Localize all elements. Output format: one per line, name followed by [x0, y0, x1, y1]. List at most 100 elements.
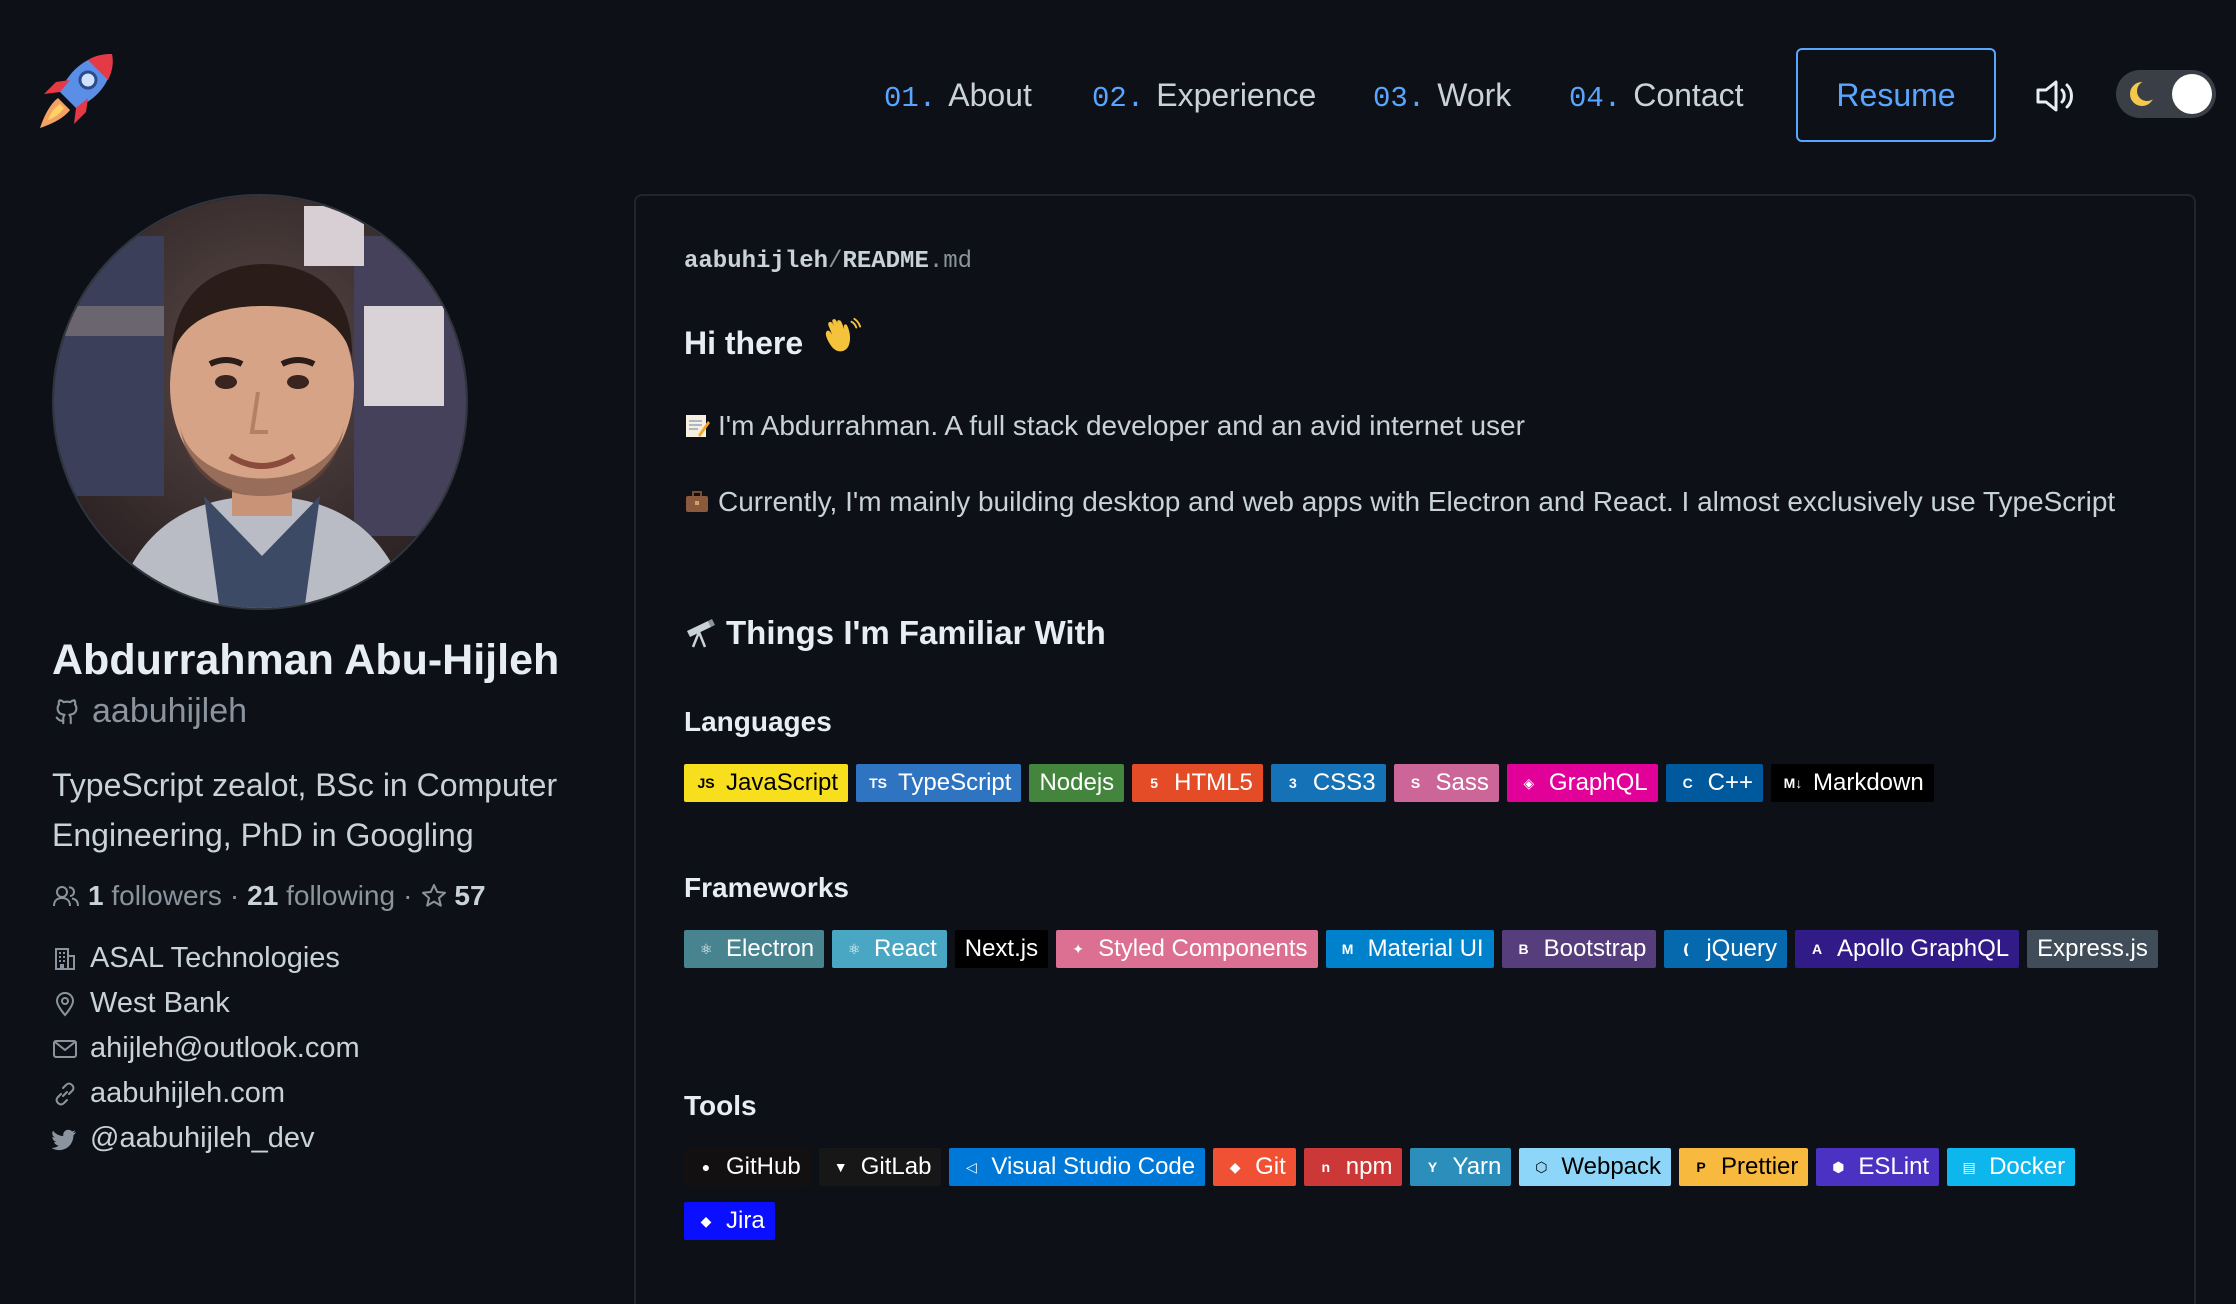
profile-name: Abdurrahman Abu-Hijleh — [52, 636, 560, 684]
css3-icon: 3 — [1288, 775, 1297, 791]
intro-text: I'm Abdurrahman. A full stack developer … — [718, 410, 1525, 441]
vcard-twitter[interactable]: @aabuhijleh_dev — [52, 1116, 360, 1161]
badge-sass[interactable]: S Sass — [1393, 764, 1499, 802]
github-icon — [55, 698, 78, 724]
badge-label: Visual Studio Code — [991, 1153, 1196, 1180]
nav-link-contact[interactable]: 04. Contact — [1569, 48, 1744, 142]
readme-path[interactable]: aabuhijleh/README.md — [684, 248, 972, 275]
profile-login-text: aabuhijleh — [92, 692, 248, 730]
followers-link[interactable]: 1 followers — [88, 880, 222, 912]
following-link[interactable]: 21 following — [247, 880, 395, 912]
badge-label: Material UI — [1367, 935, 1484, 962]
badge-next-js[interactable]: Next.js — [954, 930, 1049, 968]
badge-eslint[interactable]: ⬢ ESLint — [1816, 1148, 1940, 1186]
vcard-company: ASAL Technologies — [52, 936, 360, 981]
badge-prettier[interactable]: P Prettier — [1679, 1148, 1809, 1186]
badge-label: GraphQL — [1548, 769, 1648, 796]
badge-javascript[interactable]: JS JavaScript — [684, 764, 849, 802]
nav-label: Work — [1437, 77, 1512, 113]
readme-path-ext: .md — [928, 248, 973, 275]
followers-label: followers — [111, 880, 222, 911]
yarn-icon: Y — [1427, 1159, 1438, 1175]
badge-apollo-graphql[interactable]: A Apollo GraphQL — [1795, 930, 2020, 968]
badge-git[interactable]: ◆ Git — [1213, 1148, 1296, 1186]
familiar-heading-text: Things I'm Familiar With — [726, 614, 1106, 651]
gitlab-icon: ▼ — [833, 1159, 848, 1175]
readme-panel: aabuhijleh/README.md Hi there I'm Abdurr… — [634, 194, 2196, 1304]
js-icon: JS — [697, 775, 715, 791]
badge-react[interactable]: ⚛ React — [832, 930, 947, 968]
badge-label: Jira — [726, 1207, 765, 1234]
nav-link-experience[interactable]: 02. Experience — [1092, 48, 1316, 142]
readme-path-separator: / — [828, 248, 843, 275]
badge-html5[interactable]: 5 HTML5 — [1132, 764, 1263, 802]
separator-dot: · — [229, 880, 240, 911]
badge-css3[interactable]: 3 CSS3 — [1270, 764, 1386, 802]
badge-label: Sass — [1435, 769, 1489, 796]
badge-c[interactable]: C C++ — [1665, 764, 1763, 802]
badge-label: GitHub — [726, 1153, 801, 1180]
badge-label: CSS3 — [1312, 769, 1376, 796]
badge-label: Webpack — [1561, 1153, 1662, 1180]
badge-markdown[interactable]: M↓ Markdown — [1771, 764, 1934, 802]
npm-icon: n — [1321, 1159, 1331, 1175]
badge-typescript[interactable]: TS TypeScript — [856, 764, 1022, 802]
badge-label: Docker — [1989, 1153, 2066, 1180]
memo-icon — [686, 415, 710, 437]
badge-electron[interactable]: ⚛ Electron — [684, 930, 825, 968]
readme-path-user: aabuhijleh — [684, 248, 829, 275]
badge-label: Git — [1255, 1153, 1286, 1180]
profile-login[interactable]: aabuhijleh — [52, 692, 247, 731]
following-label: following — [286, 880, 396, 911]
resume-button[interactable]: Resume — [1796, 48, 1996, 142]
website-text: aabuhijleh.com — [90, 1077, 286, 1109]
theme-toggle[interactable] — [2116, 70, 2216, 118]
toggle-knob — [2172, 74, 2212, 114]
prettier-icon: P — [1696, 1159, 1706, 1175]
vcard-website[interactable]: aabuhijleh.com — [52, 1071, 360, 1116]
building-icon — [55, 947, 75, 970]
badge-express-js[interactable]: Express.js — [2027, 930, 2158, 968]
stars-link[interactable]: 57 — [420, 880, 486, 912]
stars-count: 57 — [454, 880, 486, 911]
moon-icon — [2128, 80, 2157, 108]
vscode-icon: ◁ — [966, 1158, 977, 1175]
badge-github[interactable]: ● GitHub — [684, 1148, 811, 1186]
badge-jquery[interactable]: ❪ jQuery — [1664, 930, 1788, 968]
vcard-email[interactable]: ahijleh@outlook.com — [52, 1026, 360, 1071]
jquery-icon: ❪ — [1680, 940, 1693, 957]
cpp-icon: C — [1682, 775, 1693, 791]
badge-label: Styled Components — [1098, 935, 1308, 962]
greeting-text: Hi there — [684, 325, 804, 361]
sass-icon: S — [1410, 775, 1421, 791]
html5-icon: 5 — [1150, 775, 1159, 791]
badge-label: Bootstrap — [1543, 935, 1647, 962]
twitter-text: @aabuhijleh_dev — [90, 1122, 315, 1154]
readme-path-file: README — [842, 248, 929, 275]
badge-label: Electron — [726, 935, 815, 962]
badge-bootstrap[interactable]: B Bootstrap — [1501, 930, 1657, 968]
badge-gitlab[interactable]: ▼ GitLab — [818, 1148, 942, 1186]
nav-link-work[interactable]: 03. Work — [1373, 48, 1511, 142]
badge-visual-studio-code[interactable]: ◁ Visual Studio Code — [949, 1148, 1206, 1186]
badge-npm[interactable]: n npm — [1303, 1148, 1403, 1186]
speaker-icon[interactable] — [2030, 72, 2078, 120]
badge-material-ui[interactable]: M Material UI — [1325, 930, 1494, 968]
readme-current: Currently, I'm mainly building desktop a… — [684, 480, 2124, 524]
github-icon: ● — [701, 1159, 711, 1175]
badge-yarn[interactable]: Y Yarn — [1410, 1148, 1512, 1186]
badge-label: Next.js — [964, 935, 1039, 962]
badge-graphql[interactable]: ◈ GraphQL — [1506, 764, 1658, 802]
badge-label: jQuery — [1706, 935, 1778, 962]
nav-number: 03. — [1373, 82, 1426, 115]
badge-label: Markdown — [1813, 769, 1924, 796]
nav-label: About — [948, 77, 1032, 113]
nav-link-about[interactable]: 01. About — [884, 48, 1032, 142]
badge-nodejs[interactable]: Nodejs — [1029, 764, 1125, 802]
location-pin-icon — [55, 991, 75, 1017]
badge-webpack[interactable]: ⬡ Webpack — [1519, 1148, 1672, 1186]
company-text: ASAL Technologies — [90, 942, 340, 974]
badge-docker[interactable]: ▤ Docker — [1947, 1148, 2076, 1186]
badge-jira[interactable]: ◆ Jira — [684, 1202, 775, 1240]
badge-styled-components[interactable]: ✦ Styled Components — [1056, 930, 1318, 968]
